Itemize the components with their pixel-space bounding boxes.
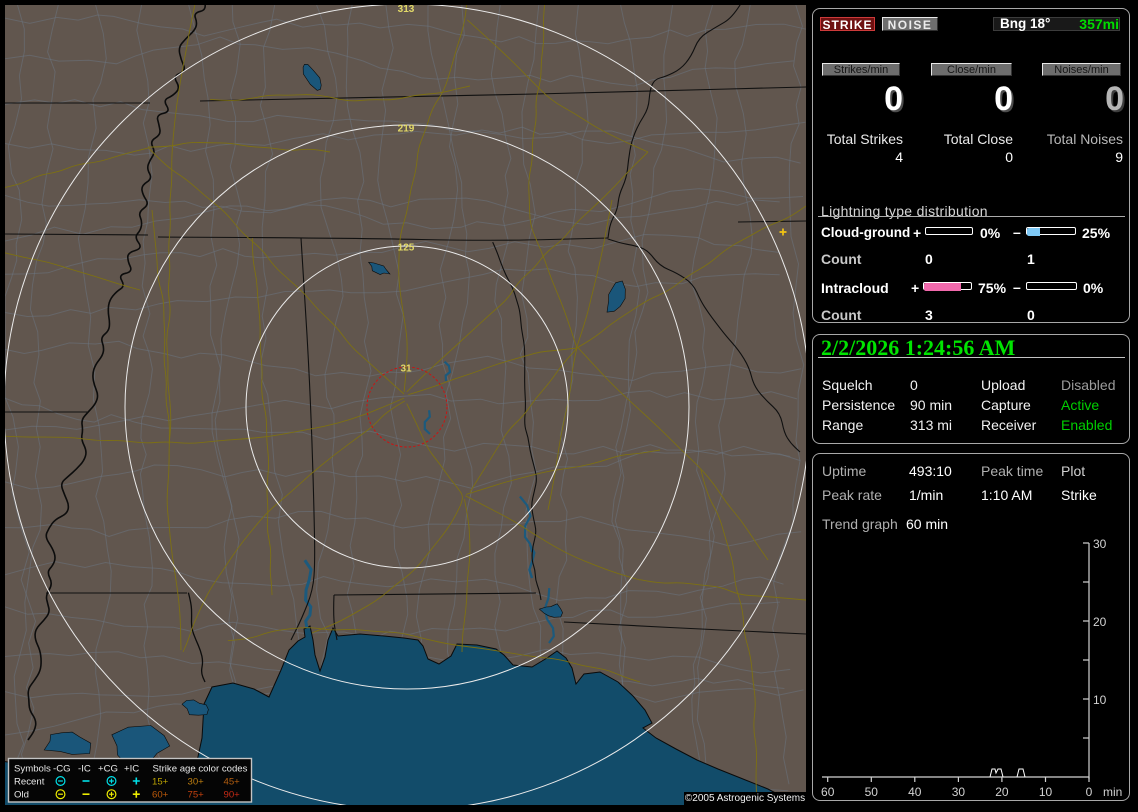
svg-text:125: 125 — [398, 243, 415, 254]
svg-text:60+: 60+ — [152, 790, 169, 801]
svg-text:-CG: -CG — [53, 764, 71, 775]
svg-text:Recent: Recent — [14, 777, 45, 788]
svg-text:219: 219 — [398, 124, 415, 135]
svg-text:75+: 75+ — [188, 790, 205, 801]
svg-text:45+: 45+ — [224, 777, 241, 788]
svg-text:+CG: +CG — [98, 764, 118, 775]
svg-text:50: 50 — [865, 785, 879, 799]
svg-text:31: 31 — [400, 364, 412, 375]
svg-text:30+: 30+ — [188, 777, 205, 788]
svg-text:60: 60 — [821, 785, 835, 799]
svg-text:313: 313 — [398, 4, 415, 15]
svg-text:0: 0 — [1086, 785, 1093, 799]
svg-text:Symbols: Symbols — [14, 764, 51, 775]
svg-text:min: min — [1103, 785, 1122, 799]
svg-text:10: 10 — [1039, 785, 1053, 799]
svg-text:+IC: +IC — [124, 764, 139, 775]
svg-text:Strike age color codes: Strike age color codes — [153, 764, 248, 775]
svg-text:10: 10 — [1093, 693, 1107, 707]
svg-text:30: 30 — [1093, 537, 1107, 551]
svg-text:90+: 90+ — [224, 790, 241, 801]
svg-text:-IC: -IC — [78, 764, 91, 775]
svg-text:20: 20 — [995, 785, 1009, 799]
svg-text:30: 30 — [952, 785, 966, 799]
svg-text:40: 40 — [908, 785, 922, 799]
svg-text:15+: 15+ — [152, 777, 169, 788]
svg-text:20: 20 — [1093, 615, 1107, 629]
svg-text:Old: Old — [14, 790, 29, 801]
